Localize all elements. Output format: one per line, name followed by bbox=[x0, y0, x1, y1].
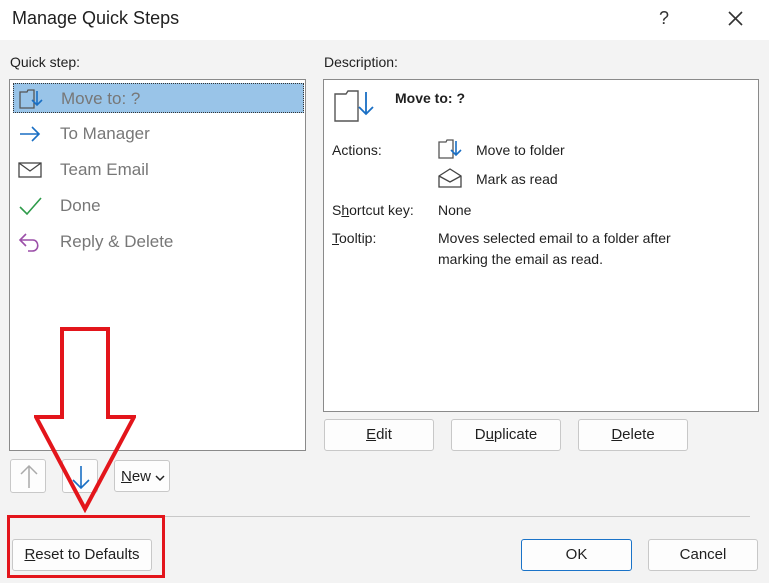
action-move-to-folder: Move to folder bbox=[476, 142, 565, 158]
edit-button[interactable]: Edit bbox=[324, 419, 434, 451]
duplicate-button[interactable]: Duplicate bbox=[451, 419, 561, 451]
dialog-title: Manage Quick Steps bbox=[12, 8, 180, 28]
chevron-down-icon bbox=[155, 475, 165, 482]
tooltip-label: Tooltip: bbox=[332, 230, 377, 246]
list-item-done[interactable]: Done bbox=[13, 191, 304, 221]
list-item-label: Team Email bbox=[60, 160, 149, 179]
title-bar: Manage Quick Steps ? bbox=[0, 0, 769, 40]
open-envelope-icon bbox=[438, 168, 462, 188]
close-button[interactable] bbox=[718, 2, 752, 34]
footer-separator bbox=[9, 516, 750, 517]
close-icon bbox=[728, 11, 743, 26]
help-button[interactable]: ? bbox=[652, 4, 676, 32]
arrow-up-icon bbox=[20, 464, 38, 488]
shortcut-key-value: None bbox=[438, 202, 472, 218]
list-item-reply-delete[interactable]: Reply & Delete bbox=[13, 227, 304, 257]
list-item-move-to[interactable]: Move to: ? bbox=[13, 83, 304, 113]
list-item-label: Move to: ? bbox=[61, 89, 141, 108]
manage-quick-steps-dialog: Manage Quick Steps ? Quick step: Move to… bbox=[0, 0, 769, 583]
move-up-button[interactable] bbox=[10, 459, 46, 493]
list-item-label: Reply & Delete bbox=[60, 232, 174, 251]
list-item-label: To Manager bbox=[60, 124, 150, 143]
quick-step-name: Move to: ? bbox=[395, 90, 465, 106]
arrow-down-icon bbox=[72, 466, 90, 490]
tooltip-text-line2: marking the email as read. bbox=[438, 251, 603, 267]
quick-step-label: Quick step: bbox=[10, 54, 81, 70]
checkmark-icon bbox=[19, 197, 42, 216]
list-item-team-email[interactable]: Team Email bbox=[13, 155, 304, 185]
move-down-button[interactable] bbox=[62, 459, 98, 493]
list-item-label: Done bbox=[60, 196, 101, 215]
move-to-folder-icon bbox=[334, 90, 374, 122]
new-button[interactable]: New bbox=[114, 460, 170, 492]
description-panel: Move to: ? Actions: Move to folder Mark … bbox=[323, 79, 759, 412]
ok-button[interactable]: OK bbox=[521, 539, 632, 571]
actions-label: Actions: bbox=[332, 142, 382, 158]
tooltip-text-line1: Moves selected email to a folder after bbox=[438, 230, 671, 246]
description-label: Description: bbox=[324, 54, 398, 70]
action-mark-as-read: Mark as read bbox=[476, 171, 558, 187]
reset-to-defaults-button[interactable]: Reset to Defaults bbox=[12, 539, 152, 571]
cancel-button[interactable]: Cancel bbox=[648, 539, 758, 571]
quick-step-list[interactable]: Move to: ? To Manager Team Email Done Re… bbox=[9, 79, 306, 451]
delete-button[interactable]: Delete bbox=[578, 419, 688, 451]
list-item-to-manager[interactable]: To Manager bbox=[13, 119, 304, 149]
move-to-folder-icon bbox=[19, 89, 43, 109]
move-to-folder-icon bbox=[438, 139, 462, 159]
reply-icon bbox=[18, 233, 39, 252]
shortcut-key-label: Shortcut key: bbox=[332, 202, 414, 218]
envelope-icon bbox=[18, 162, 42, 178]
arrow-right-icon bbox=[20, 126, 41, 142]
